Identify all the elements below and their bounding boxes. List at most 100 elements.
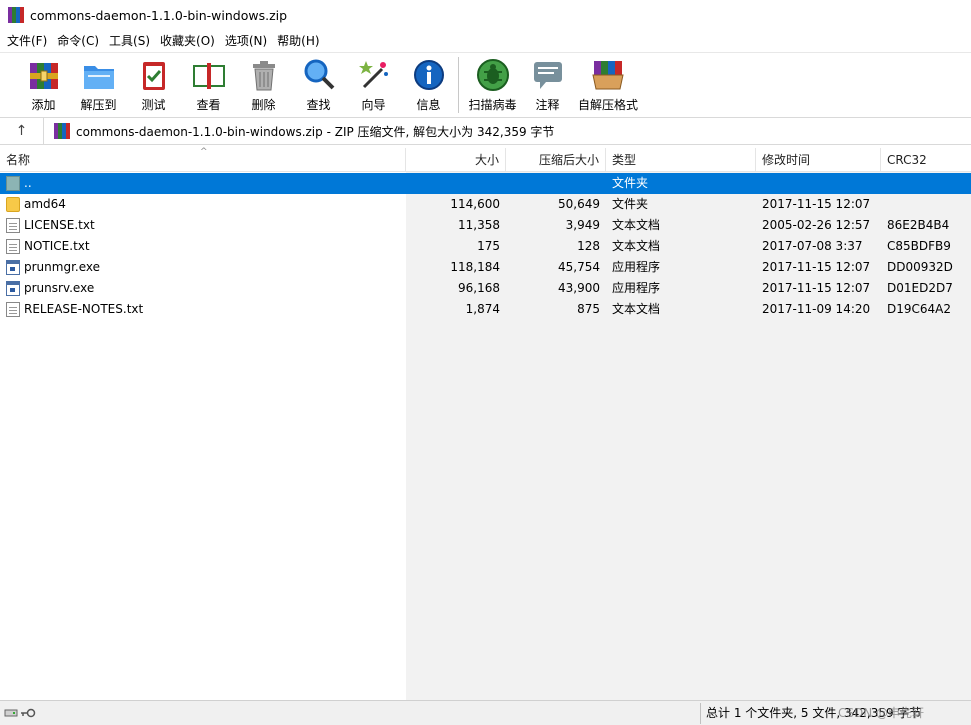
add-label: 添加 xyxy=(31,98,56,112)
view-book-icon xyxy=(192,63,225,89)
title-bar: commons-daemon-1.1.0-bin-windows.zip xyxy=(0,0,971,30)
file-crc: 86E2B4B4 xyxy=(887,218,950,232)
application-icon xyxy=(6,260,20,275)
file-name: prunsrv.exe xyxy=(24,281,95,295)
file-type: 文本文档 xyxy=(612,218,661,232)
info-button[interactable]: 信息 xyxy=(401,53,456,115)
table-row[interactable]: NOTICE.txt 175 128 文本文档 2017-07-08 3:37 … xyxy=(0,236,971,257)
file-crc: D01ED2D7 xyxy=(887,281,953,295)
comment-label: 注释 xyxy=(535,98,560,112)
add-archive-icon xyxy=(29,63,58,89)
file-modified: 2017-11-09 14:20 xyxy=(762,302,871,316)
find-button[interactable]: 查找 xyxy=(291,53,346,115)
status-divider xyxy=(700,703,701,724)
wizard-button[interactable]: 向导 xyxy=(346,53,401,115)
extract-to-button[interactable]: 解压到 xyxy=(71,53,126,115)
test-clipboard-icon xyxy=(142,62,165,90)
file-type: 文本文档 xyxy=(612,302,661,316)
file-packed-size: 45,754 xyxy=(558,260,600,274)
view-label: 查看 xyxy=(196,98,221,112)
file-packed-size xyxy=(506,173,600,194)
menu-file[interactable]: 文件(F) xyxy=(2,30,52,52)
comment-icon xyxy=(533,62,562,89)
table-row[interactable]: RELEASE-NOTES.txt 1,874 875 文本文档 2017-11… xyxy=(0,299,971,320)
info-label: 信息 xyxy=(416,98,441,112)
menu-favorites[interactable]: 收藏夹(O) xyxy=(155,30,220,52)
table-row[interactable]: prunmgr.exe 118,184 45,754 应用程序 2017-11-… xyxy=(0,257,971,278)
wizard-label: 向导 xyxy=(361,98,386,112)
view-button[interactable]: 查看 xyxy=(181,53,236,115)
file-packed-size: 128 xyxy=(577,239,600,253)
winrar-archive-icon xyxy=(54,123,70,139)
file-type: 应用程序 xyxy=(612,260,661,274)
magic-wand-icon xyxy=(358,61,388,89)
sfx-button[interactable]: 自解压格式 xyxy=(575,53,641,115)
file-size: 96,168 xyxy=(458,281,500,295)
menu-help[interactable]: 帮助(H) xyxy=(272,30,324,52)
file-crc: DD00932D xyxy=(887,260,953,274)
info-icon xyxy=(413,60,444,90)
application-icon xyxy=(6,281,20,296)
table-row[interactable]: LICENSE.txt 11,358 3,949 文本文档 2005-02-26… xyxy=(0,215,971,236)
file-name: LICENSE.txt xyxy=(24,218,95,232)
file-packed-size: 3,949 xyxy=(565,218,600,232)
file-list: 名称 ^ 大小 压缩后大小 类型 修改时间 CRC32 .. 文件夹 amd64… xyxy=(0,147,971,700)
table-row[interactable]: .. 文件夹 xyxy=(0,173,971,194)
address-bar: ↑ commons-daemon-1.1.0-bin-windows.zip -… xyxy=(0,117,971,145)
column-header-packed[interactable]: 压缩后大小 xyxy=(506,148,606,172)
file-modified: 2017-11-15 12:07 xyxy=(762,197,871,211)
up-level-button[interactable]: ↑ xyxy=(0,118,44,144)
file-size: 1,874 xyxy=(465,302,500,316)
file-name: NOTICE.txt xyxy=(24,239,90,253)
table-row[interactable]: prunsrv.exe 96,168 43,900 应用程序 2017-11-1… xyxy=(0,278,971,299)
file-crc: C85BDFB9 xyxy=(887,239,951,253)
file-packed-size: 50,649 xyxy=(558,197,600,211)
delete-label: 删除 xyxy=(251,98,276,112)
column-header-name[interactable]: 名称 ^ xyxy=(0,147,406,172)
arrow-up-icon: ↑ xyxy=(15,123,28,139)
test-button[interactable]: 测试 xyxy=(126,53,181,115)
file-size: 114,600 xyxy=(450,197,500,211)
drive-icon[interactable] xyxy=(4,706,18,720)
magnifier-icon xyxy=(304,59,334,90)
extract-to-label: 解压到 xyxy=(80,98,117,112)
file-modified: 2005-02-26 12:57 xyxy=(762,218,871,232)
status-bar: 总计 1 个文件夹, 5 文件, 342,359 字节 CSDN @申先轩 xyxy=(0,700,971,725)
file-name: .. xyxy=(24,176,32,190)
text-document-icon xyxy=(6,218,20,233)
sfx-box-icon xyxy=(592,61,624,90)
menu-bar: 文件(F) 命令(C) 工具(S) 收藏夹(O) 选项(N) 帮助(H) xyxy=(0,30,971,52)
sfx-label: 自解压格式 xyxy=(577,98,638,112)
menu-options[interactable]: 选项(N) xyxy=(220,30,272,52)
key-icon[interactable] xyxy=(20,706,36,720)
file-name: prunmgr.exe xyxy=(24,260,101,274)
comment-button[interactable]: 注释 xyxy=(520,53,575,115)
file-name: RELEASE-NOTES.txt xyxy=(24,302,144,316)
column-header-crc[interactable]: CRC32 xyxy=(881,148,971,172)
delete-button[interactable]: 删除 xyxy=(236,53,291,115)
column-header-size[interactable]: 大小 xyxy=(406,148,506,172)
path-text: commons-daemon-1.1.0-bin-windows.zip - Z… xyxy=(76,124,555,139)
find-label: 查找 xyxy=(306,98,331,112)
virus-scan-label: 扫描病毒 xyxy=(468,98,517,112)
file-packed-size: 875 xyxy=(577,302,600,316)
toolbar: 添加 解压到 测试 查看 删除 查找 向导 信息 扫描病毒 注释 自解压格式 xyxy=(0,52,971,116)
list-header: 名称 ^ 大小 压缩后大小 类型 修改时间 CRC32 xyxy=(0,147,971,172)
virus-scan-button[interactable]: 扫描病毒 xyxy=(465,53,520,115)
menu-commands[interactable]: 命令(C) xyxy=(52,30,104,52)
file-type: 文件夹 xyxy=(612,197,649,211)
bug-icon xyxy=(476,59,509,91)
add-button[interactable]: 添加 xyxy=(16,53,71,115)
column-header-type[interactable]: 类型 xyxy=(606,148,756,172)
file-size xyxy=(406,173,500,194)
text-document-icon xyxy=(6,239,20,254)
watermark: CSDN @申先轩 xyxy=(838,706,925,720)
file-type: 应用程序 xyxy=(612,281,661,295)
toolbar-separator xyxy=(458,57,459,113)
column-header-modified[interactable]: 修改时间 xyxy=(756,148,881,172)
folder-icon xyxy=(6,197,20,212)
file-type: 文本文档 xyxy=(612,239,661,253)
path-field[interactable]: commons-daemon-1.1.0-bin-windows.zip - Z… xyxy=(54,123,554,140)
table-row[interactable]: amd64 114,600 50,649 文件夹 2017-11-15 12:0… xyxy=(0,194,971,215)
menu-tools[interactable]: 工具(S) xyxy=(104,30,155,52)
